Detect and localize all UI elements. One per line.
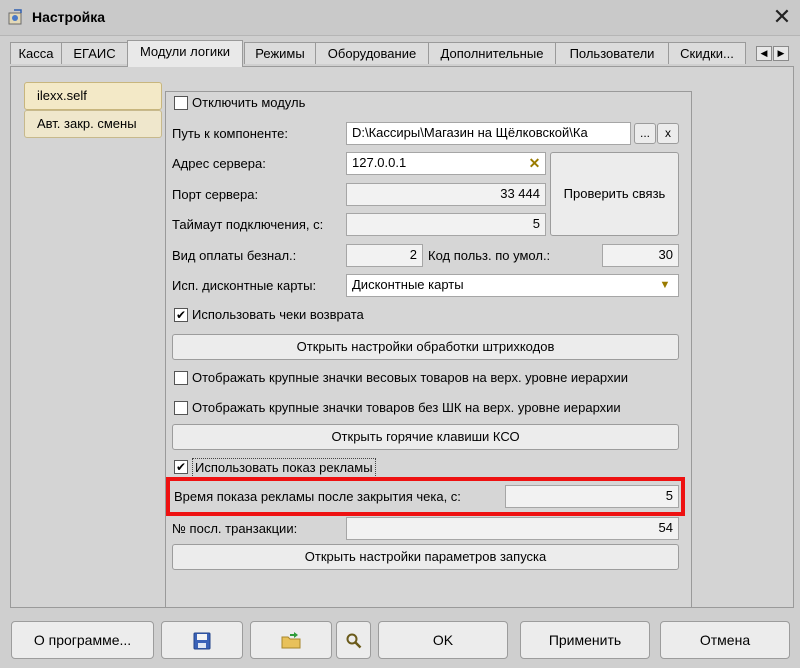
server-port-input[interactable]: 33 444 — [346, 183, 546, 206]
discount-cards-select[interactable]: Дисконтные карты — [346, 274, 679, 297]
last-transaction-input[interactable]: 54 — [346, 517, 679, 540]
close-icon[interactable]: ✕ — [770, 4, 794, 30]
sidebar-item-ilexx-self[interactable]: ilexx.self — [24, 82, 162, 110]
disable-module-label: Отключить модуль — [192, 95, 306, 110]
large-nobarcode-icons-checkbox[interactable] — [174, 401, 188, 415]
title-bar — [0, 0, 800, 36]
large-nobarcode-icons-label: Отображать крупные значки товаров без ШК… — [192, 400, 621, 415]
last-transaction-label: № посл. транзакции: — [172, 521, 298, 536]
server-address-label: Адрес сервера: — [172, 156, 266, 171]
tab-scroll-right-icon[interactable]: ▶ — [773, 46, 789, 61]
cashless-payment-label: Вид оплаты безнал.: — [172, 248, 297, 263]
large-weight-icons-label: Отображать крупные значки весовых товаро… — [192, 370, 628, 385]
use-return-receipts-label: Использовать чеки возврата — [192, 307, 364, 322]
use-ads-label: Использовать показ рекламы — [192, 458, 376, 478]
use-return-receipts-checkbox[interactable]: ✔ — [174, 308, 188, 322]
chevron-down-icon[interactable]: ▼ — [655, 276, 675, 295]
floppy-disk-icon — [193, 632, 211, 650]
tab-logic-modules[interactable]: Модули логики — [127, 40, 243, 67]
default-user-code-label: Код польз. по умол.: — [428, 248, 551, 263]
clear-path-button[interactable]: x — [657, 123, 679, 144]
check-connection-button[interactable]: Проверить связь — [550, 152, 679, 236]
settings-app-icon — [7, 8, 25, 26]
disable-module-checkbox[interactable] — [174, 96, 188, 110]
server-port-label: Порт сервера: — [172, 187, 259, 202]
cashless-payment-input[interactable]: 2 — [346, 244, 423, 267]
timeout-label: Таймаут подключения, с: — [172, 217, 324, 232]
use-ads-checkbox[interactable]: ✔ — [174, 460, 188, 474]
magnifier-icon — [346, 633, 361, 649]
apply-button[interactable]: Применить — [520, 621, 650, 659]
tab-discounts[interactable]: Скидки... — [668, 42, 746, 64]
search-button[interactable] — [336, 621, 371, 659]
barcode-settings-button[interactable]: Открыть настройки обработки штрихкодов — [172, 334, 679, 360]
timeout-input[interactable]: 5 — [346, 213, 546, 236]
tab-users[interactable]: Пользователи — [555, 42, 669, 64]
highlight-frame — [166, 477, 685, 516]
component-path-input[interactable]: D:\Кассиры\Магазин на Щёлковской\Ка — [346, 122, 631, 145]
server-address-input[interactable]: 127.0.0.1 — [346, 152, 546, 175]
sidebar-item-auto-close-shift[interactable]: Авт. закр. смены — [24, 110, 162, 138]
default-user-code-input[interactable]: 30 — [602, 244, 679, 267]
folder-export-icon — [281, 632, 301, 649]
clear-address-icon[interactable]: ✕ — [524, 153, 545, 174]
tab-scroll-left-icon[interactable]: ◀ — [756, 46, 772, 61]
large-weight-icons-checkbox[interactable] — [174, 371, 188, 385]
tab-egais[interactable]: ЕГАИС — [61, 42, 128, 64]
component-path-label: Путь к компоненте: — [172, 126, 288, 141]
tab-modes[interactable]: Режимы — [244, 42, 316, 64]
browse-path-button[interactable]: ... — [634, 123, 656, 144]
hotkeys-button[interactable]: Открыть горячие клавиши КСО — [172, 424, 679, 450]
tab-kassa[interactable]: Касса — [10, 42, 62, 64]
discount-cards-label: Исп. дисконтные карты: — [172, 278, 317, 293]
launch-params-button[interactable]: Открыть настройки параметров запуска — [172, 544, 679, 570]
cancel-button[interactable]: Отмена — [660, 621, 790, 659]
export-button[interactable] — [250, 621, 332, 659]
window-title: Настройка — [32, 9, 106, 25]
tab-equipment[interactable]: Оборудование — [315, 42, 429, 64]
ok-button[interactable]: OK — [378, 621, 508, 659]
tab-additional[interactable]: Дополнительные — [428, 42, 556, 64]
about-button[interactable]: О программе... — [11, 621, 154, 659]
save-button[interactable] — [161, 621, 243, 659]
